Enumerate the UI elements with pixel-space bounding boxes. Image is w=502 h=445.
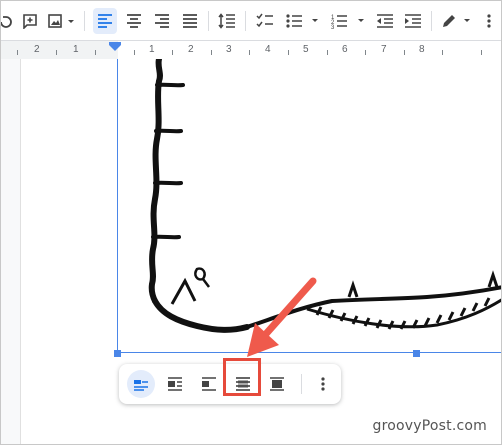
toolbar-divider [245,11,246,31]
indent-marker-icon[interactable] [107,42,123,52]
toolbar-divider [84,11,85,31]
ruler-label: 6 [342,44,348,55]
more-icon[interactable] [479,8,499,34]
align-center-icon[interactable] [122,8,146,34]
ruler-tick [134,50,135,55]
red-arrow-icon [247,277,317,357]
ruler-tick [327,50,328,55]
toolbar-divider [431,11,432,31]
ruler-tick [211,50,212,55]
ruler-tick [404,50,405,55]
more-options-icon[interactable] [309,370,337,398]
resize-handle[interactable] [114,350,121,357]
ruler-tick [172,50,173,55]
ruler-label: 1 [73,44,79,55]
ruler-tick [249,50,250,55]
ruler-label: 1 [149,44,155,55]
ruler-label: 2 [34,44,40,55]
align-left-icon[interactable] [93,8,117,34]
in-line-icon[interactable] [127,370,155,398]
pen-icon[interactable] [439,8,475,34]
line-spacing-icon[interactable] [215,8,239,34]
ruler-tick [95,50,96,55]
toolbar-divider [208,11,209,31]
ruler[interactable]: 2 1 1 2 3 4 5 6 7 8 [1,40,501,60]
toolbar: 123 [1,1,501,40]
insert-image-icon[interactable] [45,8,79,34]
ruler-label: 5 [303,44,309,55]
svg-text:3: 3 [331,25,335,29]
in-front-of-text-icon[interactable] [263,370,291,398]
decrease-indent-icon[interactable] [373,8,397,34]
ruler-tick [56,50,57,55]
add-comment-icon[interactable] [19,8,41,34]
ruler-tick [17,50,18,55]
ruler-label: 7 [381,44,387,55]
ruler-tick [288,50,289,55]
ruler-label: 4 [265,44,271,55]
wrap-text-icon[interactable] [161,370,189,398]
ruler-tick [365,50,366,55]
undo-icon[interactable] [1,8,13,34]
checklist-icon[interactable] [253,8,277,34]
resize-handle[interactable] [413,350,420,357]
ruler-label: 8 [419,44,425,55]
toolbar-divider [301,374,302,394]
bulleted-list-icon[interactable] [283,8,323,34]
justify-icon[interactable] [178,8,202,34]
numbered-list-icon[interactable]: 123 [329,8,369,34]
ruler-tick [481,50,482,55]
watermark: groovyPost.com [372,418,487,434]
increase-indent-icon[interactable] [401,8,425,34]
document-editor: 123 2 1 1 2 3 4 5 6 7 8 groovyPost.com [0,0,502,445]
ruler-content-area [118,41,501,59]
ruler-label: 3 [226,44,232,55]
highlight-box [223,358,261,396]
ruler-tick [442,50,443,55]
align-right-icon[interactable] [150,8,174,34]
ruler-label: 2 [188,44,194,55]
break-text-icon[interactable] [195,370,223,398]
